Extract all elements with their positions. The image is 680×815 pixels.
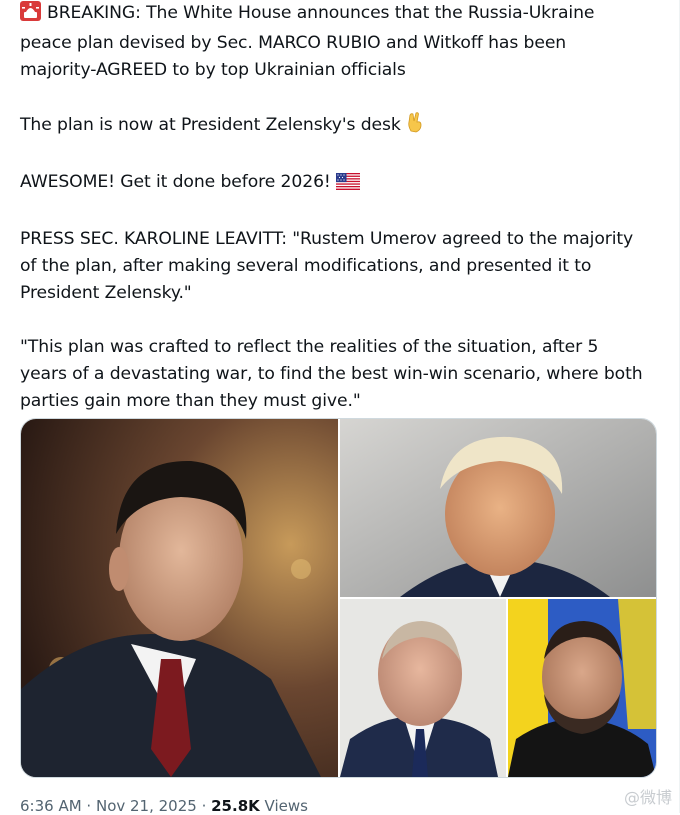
separator: · — [196, 797, 212, 815]
photo-zelensky[interactable] — [508, 599, 656, 777]
tweet-time[interactable]: 6:36 AM — [20, 797, 82, 815]
press-sec-line-2: of the plan, after making several modifi… — [20, 256, 592, 276]
tweet-date[interactable]: Nov 21, 2025 — [96, 797, 197, 815]
siren-icon — [20, 1, 41, 30]
tweet-metadata: 6:36 AM · Nov 21, 2025 · 25.8K Views — [20, 797, 308, 815]
quote-line-1: "This plan was crafted to reflect the re… — [20, 337, 599, 357]
press-sec-line-3: President Zelensky." — [20, 283, 192, 303]
paragraph-awesome: AWESOME! Get it done before 2026! — [20, 169, 660, 199]
paragraph-desk: The plan is now at President Zelensky's … — [20, 111, 660, 142]
crossed-fingers-icon — [406, 111, 424, 142]
desk-text: The plan is now at President Zelensky's … — [20, 115, 401, 135]
awesome-text: AWESOME! Get it done before 2026! — [20, 172, 331, 192]
photo-trump[interactable] — [340, 419, 656, 597]
separator: · — [81, 797, 96, 815]
quote-line-2: years of a devastating war, to find the … — [20, 364, 643, 384]
press-sec-line-1: PRESS SEC. KAROLINE LEAVITT: "Rustem Ume… — [20, 229, 634, 249]
paragraph-quote: "This plan was crafted to reflect the re… — [20, 334, 660, 415]
photo-putin[interactable] — [340, 599, 506, 777]
tweet-text: BREAKING: The White House announces that… — [20, 0, 660, 415]
photo-rubio[interactable] — [21, 419, 338, 777]
quote-line-3: parties gain more than they must give." — [20, 391, 361, 411]
breaking-line-2: peace plan devised by Sec. MARCO RUBIO a… — [20, 33, 567, 53]
views-count: 25.8K — [211, 797, 260, 815]
us-flag-icon — [336, 172, 361, 199]
breaking-line-1: BREAKING: The White House announces that… — [47, 3, 595, 23]
breaking-line-3: majority-AGREED to by top Ukrainian offi… — [20, 60, 406, 80]
watermark: @微博 — [623, 788, 672, 807]
views-label: Views — [259, 797, 308, 815]
paragraph-press-sec: PRESS SEC. KAROLINE LEAVITT: "Rustem Ume… — [20, 226, 660, 307]
media-grid[interactable] — [20, 418, 657, 778]
paragraph-breaking: BREAKING: The White House announces that… — [20, 0, 660, 84]
